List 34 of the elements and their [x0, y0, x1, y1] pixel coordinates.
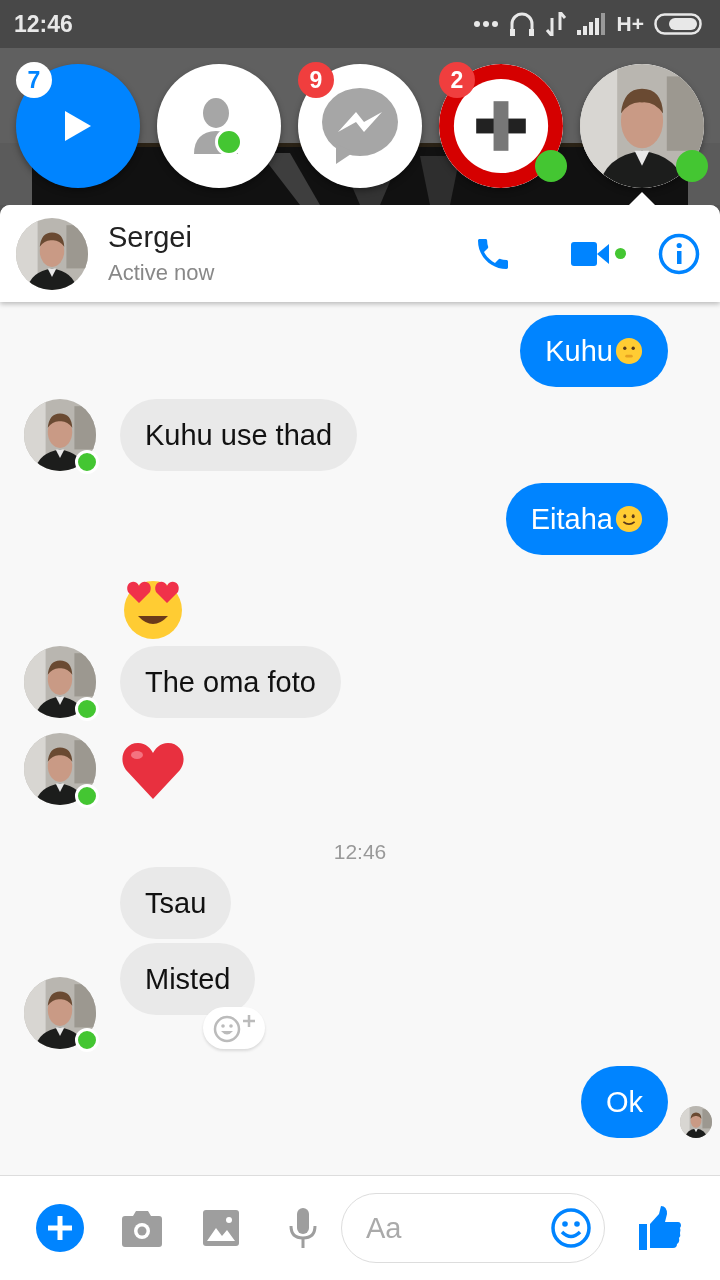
network-type: H+ — [616, 12, 644, 36]
unread-count-badge: 7 — [16, 62, 52, 98]
data-arrows-icon — [544, 12, 567, 36]
clock-time: 12:46 — [14, 10, 73, 38]
face-emoji-icon — [615, 337, 643, 365]
message-text: Ok — [605, 1085, 643, 1119]
active-status: Active now — [108, 260, 216, 286]
message-text: Kuhu use thad — [145, 418, 333, 452]
plus-icon[interactable] — [36, 1204, 84, 1252]
add-reaction-button[interactable] — [203, 1007, 265, 1049]
more-dots-icon — [472, 20, 499, 28]
camera-icon[interactable] — [122, 1209, 162, 1247]
signal-icon — [576, 13, 607, 35]
image-icon[interactable] — [203, 1210, 239, 1246]
video-camera-icon[interactable] — [571, 239, 611, 268]
message-text: The oma foto — [145, 665, 316, 699]
unread-count-badge: 2 — [439, 62, 475, 98]
headphones-icon — [508, 11, 535, 37]
message-text: Eitaha — [530, 502, 613, 536]
message-text: Misted — [145, 962, 231, 996]
unread-count-badge: 9 — [298, 62, 334, 98]
contact-name: Sergei — [108, 221, 193, 254]
info-icon[interactable] — [658, 232, 700, 275]
play-icon — [63, 109, 93, 143]
thumbs-up-icon[interactable] — [639, 1206, 681, 1250]
smiley-plus-icon — [212, 1013, 256, 1043]
message-text: Tsau — [145, 886, 207, 920]
message-input-field[interactable]: Aa — [341, 1193, 605, 1263]
smiley-emoji-icon — [615, 505, 643, 533]
emoji-icon[interactable] — [551, 1208, 591, 1248]
microphone-icon[interactable] — [289, 1208, 317, 1248]
message-timestamp: 12:46 — [333, 840, 387, 863]
battery-icon — [654, 13, 704, 35]
message-text: Kuhu — [545, 334, 613, 368]
